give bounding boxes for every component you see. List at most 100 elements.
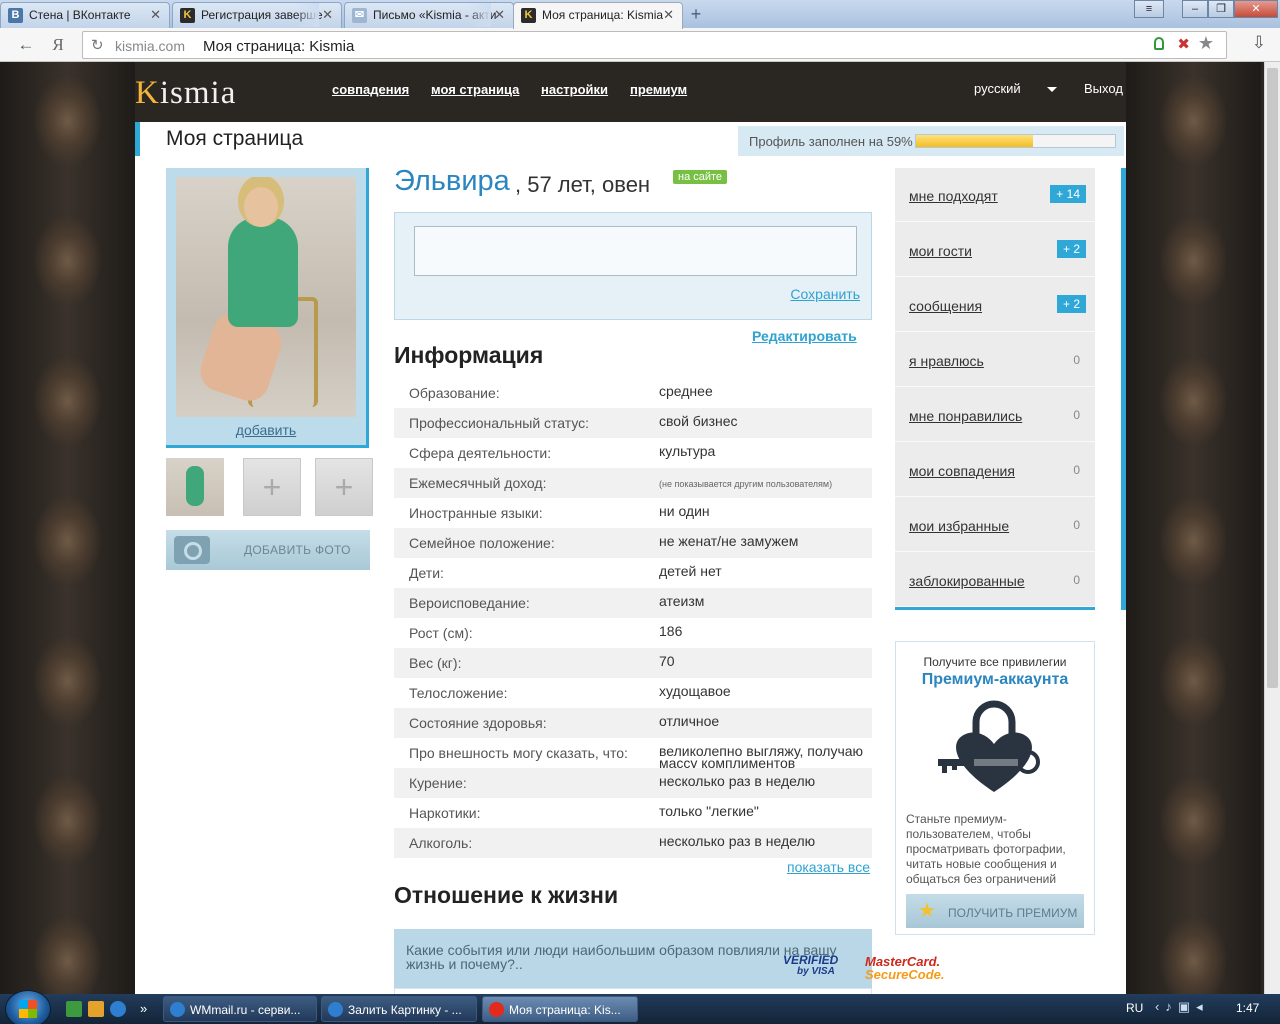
close-tab-icon[interactable]: ✕ [494,7,505,23]
info-row: Вес (кг): 70 [394,648,872,678]
taskbar-task-zalit[interactable]: Залить Картинку - ... [321,996,477,1022]
browser-tab-strip: В Стена | ВКонтакте ✕ K Регистрация заве… [0,0,1280,29]
tray-language[interactable]: RU [1126,1001,1143,1015]
empty-photo-slot[interactable]: + [315,458,373,516]
status-input[interactable] [414,226,857,276]
mastercard-securecode-logo: MasterCard. SecureCode. [865,954,945,982]
add-photo-link[interactable]: добавить [166,422,366,438]
progress-track [915,134,1116,148]
nav-settings[interactable]: настройки [541,82,608,97]
edit-info-link[interactable]: Редактировать [752,328,857,344]
blocked-popup-icon[interactable]: ✖ [1177,35,1190,53]
tray-clock[interactable]: 1:47 [1236,1001,1259,1015]
add-photo-button[interactable]: ДОБАВИТЬ ФОТО [166,530,370,570]
start-button[interactable] [6,991,50,1024]
info-key: Алкоголь: [409,835,473,851]
new-tab-button[interactable]: + [684,4,708,24]
empty-photo-slot[interactable]: + [243,458,301,516]
kismia-logo[interactable]: Kismia [135,75,236,112]
quicklaunch-media-icon[interactable] [88,1001,104,1017]
counter-zero: 0 [1073,463,1080,477]
ie-icon [170,1002,185,1017]
quicklaunch-app-icon[interactable] [66,1001,82,1017]
yandex-button[interactable]: Я [46,34,70,56]
close-tab-icon[interactable]: ✕ [663,7,674,23]
language-select[interactable]: русский [974,81,1021,96]
minimize-button[interactable]: – [1182,0,1208,18]
counter-label[interactable]: мои гости [909,243,972,259]
counter-label[interactable]: заблокированные [909,573,1025,589]
profile-name: Эльвира [394,165,510,197]
show-all-link[interactable]: показать все [787,859,870,875]
url-domain: kismia.com [115,38,186,54]
counter-row[interactable]: мои совпадения 0 [895,443,1095,497]
taskbar-task-wmmail[interactable]: WMmail.ru - серви... [163,996,317,1022]
counter-label[interactable]: я нравлюсь [909,353,984,369]
sidebar-accent-edge [1121,168,1126,610]
nav-premium[interactable]: премиум [630,82,687,97]
windows-logo-icon [19,1000,37,1018]
chevron-down-icon[interactable] [1047,87,1057,92]
taskbar-task-my-page[interactable]: Моя страница: Kis... [482,996,638,1022]
get-premium-button[interactable]: ★ ПОЛУЧИТЬ ПРЕМИУМ [906,894,1084,928]
photo-thumbnail[interactable] [166,458,224,516]
save-status-link[interactable]: Сохранить [790,286,860,302]
scrollbar-thumb[interactable] [1267,68,1278,688]
site-header: Kismia совпадения моя страница настройки… [135,62,1126,122]
profile-progress-label: Профиль заполнен на 59% [749,134,913,149]
menu-button[interactable]: ≡ [1134,0,1164,18]
info-heading: Информация [394,342,544,368]
download-icon[interactable]: ⇩ [1252,33,1266,53]
background-portraits-left [0,62,135,994]
counter-row[interactable]: мне понравились 0 [895,388,1095,442]
info-key: Ежемесячный доход: [409,475,547,491]
counter-row[interactable]: я нравлюсь 0 [895,333,1095,387]
nav-matches[interactable]: совпадения [332,82,409,97]
info-value: 186 [659,623,683,639]
tab-mail[interactable]: ✉ Письмо «Kismia - акти ✕ [344,2,514,28]
logout-link[interactable]: Выход [1084,81,1123,96]
main-profile-photo[interactable] [176,177,356,417]
quicklaunch-ie-icon[interactable] [110,1001,126,1017]
counter-label[interactable]: мои совпадения [909,463,1015,479]
counter-label[interactable]: мои избранные [909,518,1009,534]
close-tab-icon[interactable]: ✕ [322,7,333,23]
counter-row[interactable]: сообщения + 2 [895,278,1095,332]
info-key: Образование: [409,385,500,401]
plus-icon: + [334,469,354,505]
counter-row[interactable]: мои избранные 0 [895,498,1095,552]
info-value: только "легкие" [659,803,759,819]
tab-vk[interactable]: В Стена | ВКонтакте ✕ [0,2,170,28]
counter-badge: + 14 [1050,185,1086,203]
counter-label[interactable]: сообщения [909,298,982,314]
counter-label[interactable]: мне понравились [909,408,1022,424]
close-tab-icon[interactable]: ✕ [150,7,161,23]
tray-icons[interactable]: ‹♪▣◂ [1155,999,1209,1015]
info-row: Наркотики: только "легкие" [394,798,872,828]
tab-registration[interactable]: K Регистрация заверше ✕ [172,2,342,28]
heart-lock-key-icon [938,700,1040,792]
info-value: среднее [659,383,713,399]
counter-row[interactable]: мне подходят + 14 [895,168,1095,222]
reload-icon[interactable]: ↻ [91,36,104,54]
page-title: Моя страница [166,127,304,150]
info-value: несколько раз в неделю [659,773,816,789]
bookmark-star-icon[interactable]: ★ [1198,33,1214,54]
page-scrollbar[interactable] [1264,62,1280,994]
info-row: Вероисповедание: атеизм [394,588,872,618]
progress-fill [916,135,1034,147]
tab-my-page[interactable]: K Моя страница: Kismia ✕ [513,2,683,29]
quicklaunch-more-icon[interactable]: » [140,1001,156,1017]
info-row: Ежемесячный доход: (не показывается други… [394,468,872,498]
counter-row[interactable]: заблокированные 0 [895,553,1095,607]
info-value: худощавое [659,683,731,699]
counter-label[interactable]: мне подходят [909,188,998,204]
back-button[interactable]: ← [14,34,38,56]
counter-row[interactable]: мои гости + 2 [895,223,1095,277]
maximize-button[interactable]: ❐ [1208,0,1234,18]
info-key: Иностранные языки: [409,505,543,521]
profile-age-sign: , 57 лет, овен [515,172,651,197]
nav-my-page[interactable]: моя страница [431,82,519,97]
close-window-button[interactable]: ✕ [1234,0,1278,18]
address-bar[interactable]: ↻ kismia.com Моя страница: Kismia ✖ ★ [82,31,1227,59]
